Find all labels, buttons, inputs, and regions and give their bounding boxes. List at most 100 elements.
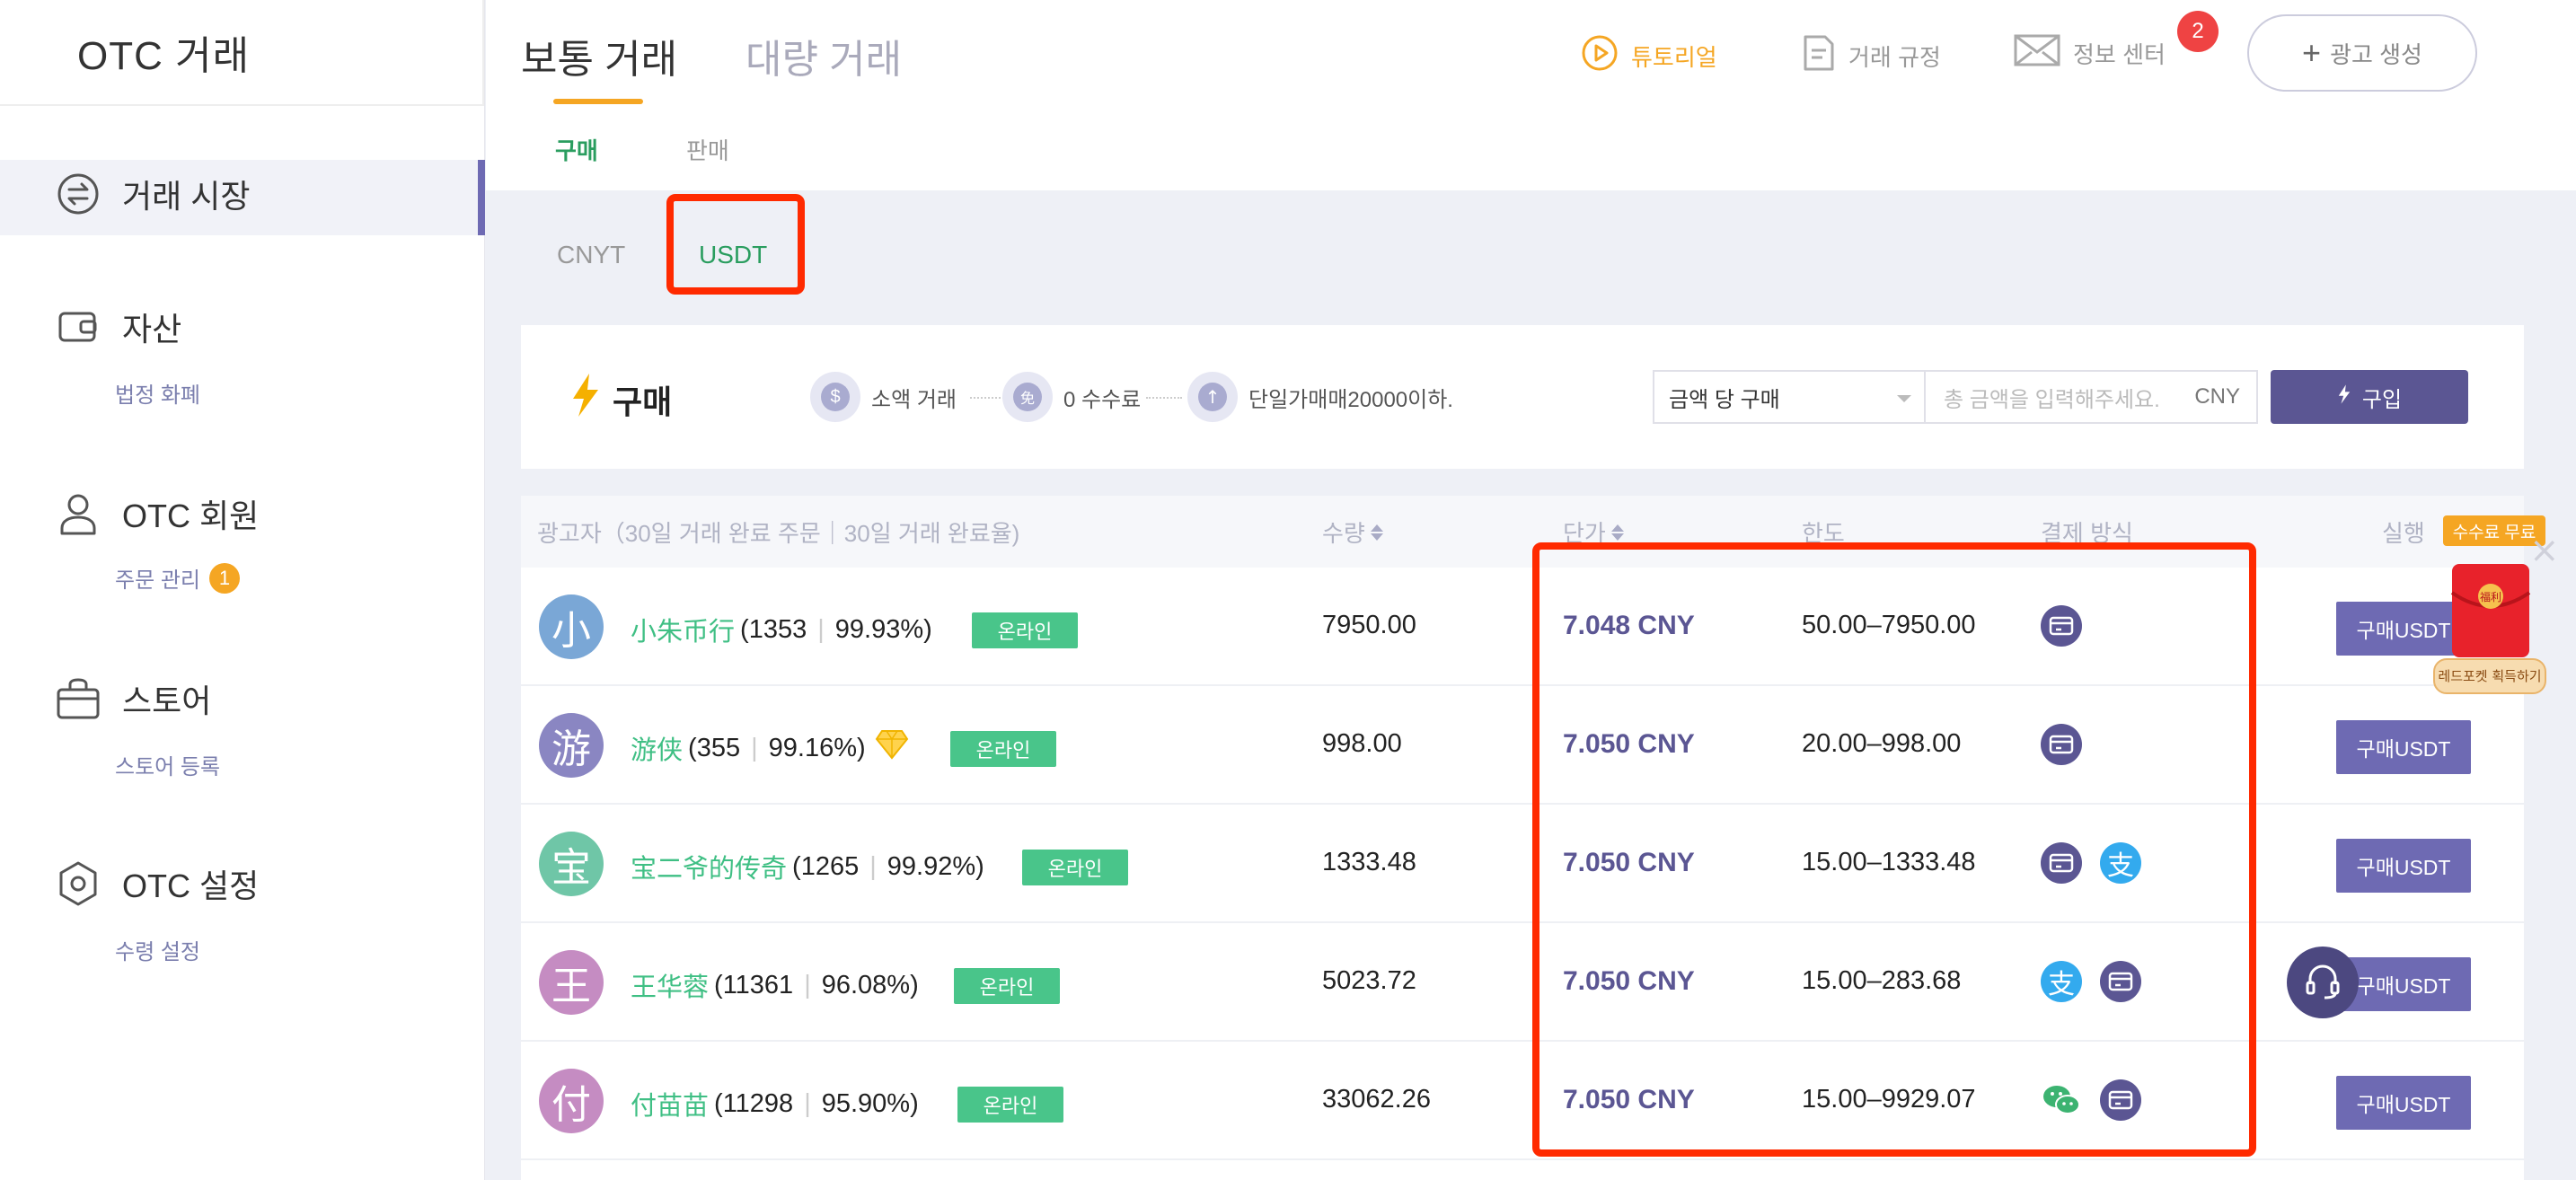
sidebar-item-otc-settings[interactable]: OTC 설정: [56, 860, 259, 907]
highlight-box-prices: [1532, 542, 2256, 1157]
sidebar-item-label: OTC 회원: [122, 498, 260, 534]
red-envelope-promo[interactable]: 福利 레드포켓 획득하기: [2430, 557, 2549, 700]
seller-orders: 11298: [722, 1088, 794, 1118]
avatar[interactable]: 游: [539, 713, 604, 778]
customer-support-button[interactable]: [2287, 947, 2359, 1018]
feature-zero-fee: 免 0 수수료: [1002, 372, 1141, 422]
feature-label: 소액 거래: [871, 387, 957, 412]
subtab-sell[interactable]: 판매: [686, 133, 729, 166]
quantity-value: 33062.26: [1322, 1085, 1431, 1114]
sidebar-sub-label: 법정 화폐: [115, 383, 200, 408]
tutorial-link[interactable]: 튜토리얼: [1581, 34, 1717, 78]
tutorial-label: 튜토리얼: [1631, 44, 1717, 71]
info-center-label: 정보 센터: [2073, 41, 2166, 68]
brand-title: OTC 거래: [0, 0, 484, 106]
seller-name[interactable]: 付苗苗: [631, 1085, 709, 1123]
feature-divider: [1146, 397, 1182, 399]
user-icon: [56, 491, 101, 536]
envelope-caption: 레드포켓 획득하기: [2438, 668, 2541, 684]
buy-usdt-button[interactable]: 구매USDT: [2336, 1076, 2471, 1130]
sidebar-item-label: 자산: [122, 311, 182, 348]
create-ad-button[interactable]: + 광고 생성: [2247, 14, 2477, 92]
sidebar-sub-fiat[interactable]: 법정 화폐: [115, 377, 200, 409]
notification-badge: 2: [2177, 11, 2219, 52]
seller-info: 游侠(355 | 99.16%): [631, 729, 909, 767]
purchase-mode-value: 금액 당 구매: [1669, 387, 1780, 412]
lightning-icon: [569, 372, 602, 427]
col-quantity[interactable]: 수량: [1322, 515, 1383, 549]
amount-placeholder: 총 금액을 입력해주세요.: [1944, 387, 2160, 412]
sidebar-sub-receive-settings[interactable]: 수령 설정: [115, 934, 200, 965]
seller-info: 王华蓉(11361 | 96.08%): [631, 966, 919, 1004]
sort-icon: [1370, 524, 1383, 541]
quantity-value: 1333.48: [1322, 848, 1416, 876]
avatar[interactable]: 付: [539, 1069, 604, 1133]
headset-icon: [2303, 961, 2342, 1005]
seller-info: 宝二爷的传奇(1265 | 99.92%): [631, 848, 984, 885]
trade-rules-link[interactable]: 거래 규정: [1802, 34, 1941, 78]
amount-input[interactable]: 총 금액을 입력해주세요. CNY: [1924, 370, 2258, 424]
col-advertiser: 광고자（30일 거래 완료 주문｜30일 거래 완료율): [537, 520, 1020, 547]
mail-icon: [2014, 34, 2060, 73]
sidebar-item-market[interactable]: 거래 시장: [56, 171, 250, 217]
buy-usdt-button[interactable]: 구매USDT: [2336, 720, 2471, 774]
quantity-value: 998.00: [1322, 729, 1402, 758]
sidebar-item-assets[interactable]: 자산: [56, 304, 181, 350]
sidebar-item-label: 스토어: [122, 682, 212, 719]
status-badge: 온라인: [1022, 850, 1128, 885]
col-action: 실행: [2382, 520, 2425, 547]
exchange-icon: [56, 172, 101, 216]
buy-usdt-button[interactable]: 구매USDT: [2336, 839, 2471, 893]
avatar[interactable]: 小: [539, 594, 604, 659]
diamond-icon: [875, 729, 909, 767]
play-circle-icon: [1581, 34, 1619, 78]
status-badge: 온라인: [972, 612, 1078, 648]
sidebar-item-store[interactable]: 스토어: [56, 675, 211, 722]
seller-info: 小朱币行(1353 | 99.93%): [631, 611, 932, 648]
seller-orders: 1265: [800, 851, 860, 881]
create-ad-label: 광고 생성: [2330, 40, 2422, 68]
sidebar-sub-label: 스토어 등록: [115, 755, 221, 779]
seller-name[interactable]: 小朱币行: [631, 611, 735, 648]
seller-info: 付苗苗(11298 | 95.90%): [631, 1085, 919, 1123]
fee-free-icon: 免: [1002, 372, 1053, 422]
sidebar-sub-store-register[interactable]: 스토어 등록: [115, 749, 220, 780]
sidebar: OTC 거래 거래 시장 자산 법정 화폐 OTC 회원 주문 관리 1 스토어…: [0, 0, 485, 1180]
quantity-value: 7950.00: [1322, 611, 1416, 639]
feature-label: 0 수수료: [1063, 387, 1142, 412]
upload-icon: ↑: [1187, 372, 1238, 422]
seller-rate: 99.92%): [887, 851, 984, 881]
seller-orders: 355: [696, 733, 741, 762]
coin-tab-cnyt[interactable]: CNYT: [557, 241, 625, 269]
seller-name[interactable]: 王华蓉: [631, 966, 709, 1004]
settings-hexagon-icon: [56, 861, 101, 906]
highlight-box-usdt: [666, 194, 805, 295]
info-center-link[interactable]: 정보 센터: [2014, 34, 2166, 73]
subtab-buy[interactable]: 구매: [555, 133, 598, 166]
tab-normal-trade[interactable]: 보통 거래: [521, 27, 677, 84]
seller-rate: 99.93%): [834, 614, 932, 644]
sidebar-sub-orders[interactable]: 주문 관리 1: [115, 562, 240, 594]
avatar[interactable]: 宝: [539, 832, 604, 896]
seller-orders: 1353: [748, 614, 807, 644]
feature-small-trade: $ 소액 거래: [810, 372, 957, 422]
sidebar-sub-label: 주문 관리: [115, 568, 200, 593]
status-badge: 온라인: [957, 1087, 1063, 1123]
col-quantity-label: 수량: [1322, 520, 1365, 547]
document-icon: [1802, 34, 1836, 78]
purchase-button[interactable]: 구입: [2271, 370, 2468, 424]
plus-icon: +: [2302, 34, 2322, 71]
feature-label: 단일가매매20000이하.: [1248, 387, 1453, 412]
sidebar-item-otc-member[interactable]: OTC 회원: [56, 490, 259, 537]
seller-name[interactable]: 宝二爷的传奇: [631, 848, 787, 885]
buy-panel-title: 구매: [569, 372, 672, 427]
chevron-down-icon: [1897, 395, 1911, 402]
purchase-mode-select[interactable]: 금액 당 구매: [1653, 370, 1926, 424]
buy-panel: 구매 $ 소액 거래 免 0 수수료 ↑ 단일가매매20000이하. 금액 당 …: [521, 325, 2524, 469]
seller-rate: 96.08%): [821, 970, 919, 999]
trade-rules-label: 거래 규정: [1848, 44, 1941, 71]
avatar[interactable]: 王: [539, 950, 604, 1015]
tab-bulk-trade[interactable]: 대량 거래: [745, 27, 902, 84]
seller-rate: 99.16%): [768, 733, 866, 762]
seller-name[interactable]: 游侠: [631, 729, 683, 767]
